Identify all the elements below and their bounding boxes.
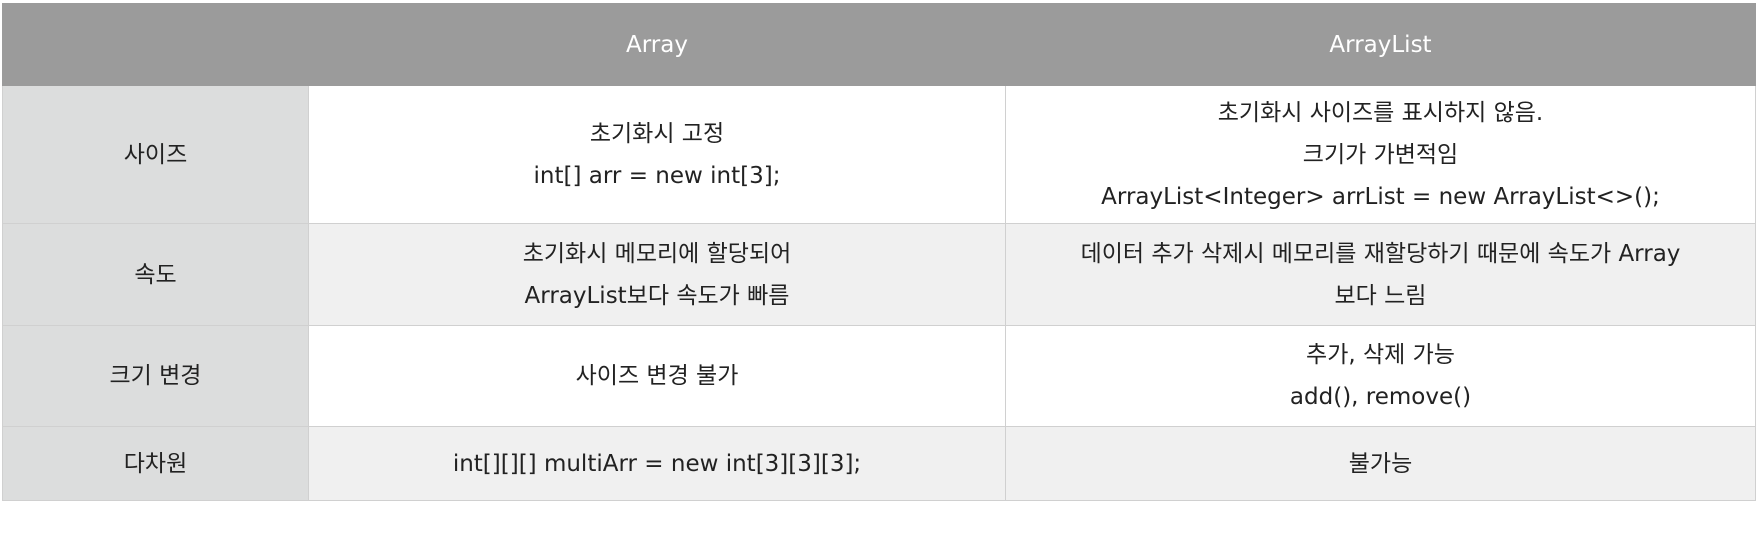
array-cell: 사이즈 변경 불가 <box>308 325 1006 427</box>
arraylist-cell: 불가능 <box>1005 426 1756 501</box>
header-arraylist: ArrayList <box>1005 3 1756 86</box>
comparison-table: Array ArrayList 사이즈 초기화시 고정 int[] arr = … <box>2 3 1756 501</box>
header-array: Array <box>308 3 1006 86</box>
array-cell: int[][][] multiArr = new int[3][3][3]; <box>308 426 1006 501</box>
cell-line: 크기가 가변적임 <box>1302 141 1459 168</box>
table-row: 사이즈 초기화시 고정 int[] arr = new int[3]; 초기화시… <box>2 85 1756 224</box>
table-row: 크기 변경 사이즈 변경 불가 추가, 삭제 가능 add(), remove(… <box>2 325 1756 427</box>
cell-line: 초기화시 메모리에 할당되어 <box>522 240 792 267</box>
array-cell: 초기화시 메모리에 할당되어 ArrayList보다 속도가 빠름 <box>308 223 1006 326</box>
row-label: 속도 <box>2 223 309 326</box>
cell-line: 사이즈 변경 불가 <box>575 363 739 389</box>
arraylist-cell: 데이터 추가 삭제시 메모리를 재할당하기 때문에 속도가 Array 보다 느… <box>1005 223 1756 326</box>
cell-line: ArrayList보다 속도가 빠름 <box>524 282 790 309</box>
cell-line: 초기화시 고정 <box>589 120 725 147</box>
row-label: 사이즈 <box>2 85 309 224</box>
cell-line: 보다 느림 <box>1334 282 1427 309</box>
cell-line: int[] arr = new int[3]; <box>533 162 781 189</box>
header-row: Array ArrayList <box>2 3 1756 86</box>
cell-line: add(), remove() <box>1289 384 1472 410</box>
header-corner <box>2 3 309 86</box>
cell-line: ArrayList<Integer> arrList = new ArrayLi… <box>1101 183 1660 210</box>
cell-line: 데이터 추가 삭제시 메모리를 재할당하기 때문에 속도가 Array <box>1080 240 1681 267</box>
row-label: 다차원 <box>2 426 309 501</box>
cell-line: 불가능 <box>1348 450 1413 477</box>
cell-line: 추가, 삭제 가능 <box>1306 342 1455 368</box>
arraylist-cell: 추가, 삭제 가능 add(), remove() <box>1005 325 1756 427</box>
arraylist-cell: 초기화시 사이즈를 표시하지 않음. 크기가 가변적임 ArrayList<In… <box>1005 85 1756 224</box>
cell-line: 초기화시 사이즈를 표시하지 않음. <box>1217 99 1544 126</box>
table-row: 속도 초기화시 메모리에 할당되어 ArrayList보다 속도가 빠름 데이터… <box>2 223 1756 326</box>
array-cell: 초기화시 고정 int[] arr = new int[3]; <box>308 85 1006 224</box>
row-label: 크기 변경 <box>2 325 309 427</box>
table-row: 다차원 int[][][] multiArr = new int[3][3][3… <box>2 426 1756 501</box>
cell-line: int[][][] multiArr = new int[3][3][3]; <box>452 450 862 477</box>
